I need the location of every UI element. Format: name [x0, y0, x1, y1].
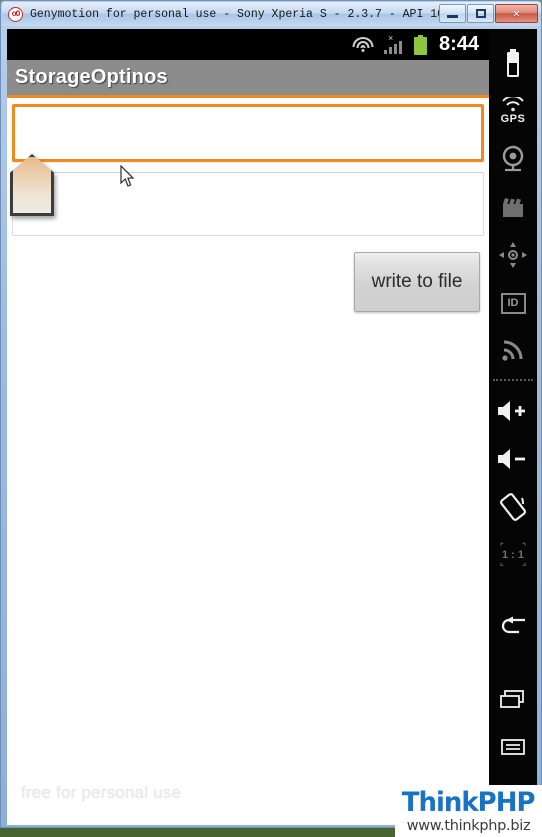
signal-bars-icon: × — [383, 34, 405, 54]
genymotion-window: oO Genymotion for personal use - Sony Xp… — [0, 0, 542, 828]
app-title-bar: StorageOptinos — [7, 60, 489, 98]
battery-icon — [413, 34, 427, 55]
maximize-icon — [475, 9, 486, 18]
close-button[interactable]: × — [495, 4, 538, 23]
id-icon[interactable]: ID — [489, 279, 537, 327]
menu-icon[interactable] — [489, 723, 537, 771]
genymotion-app-icon: oO — [8, 6, 23, 22]
toolbar-divider — [493, 379, 533, 381]
volume-up-icon[interactable] — [489, 387, 537, 435]
field-one-input[interactable] — [12, 104, 484, 162]
scale-icon[interactable]: ⌜ ⌝ ⌞ ⌟ 1 : 1 — [489, 531, 537, 579]
free-for-personal-use-watermark: free for personal use — [21, 783, 182, 802]
close-icon: × — [512, 6, 521, 21]
battery-icon[interactable] — [489, 41, 537, 87]
id-label: ID — [500, 292, 526, 314]
mouse-cursor — [120, 164, 136, 194]
gps-label: GPS — [500, 113, 526, 125]
thinkphp-name: ThinkPHP — [402, 786, 536, 818]
thinkphp-url: www.thinkphp.biz — [406, 817, 531, 834]
maximize-button[interactable] — [467, 4, 494, 23]
home-shape-overlay[interactable] — [10, 154, 54, 216]
button-row: write to file — [12, 252, 484, 312]
thinkphp-logo: ThinkPHP www.thinkphp.biz — [395, 785, 542, 837]
rotate-icon[interactable] — [489, 483, 537, 531]
app-title: StorageOptinos — [15, 66, 168, 88]
emulator-body: × 8:44 StorageOptinos write to file free… — [7, 29, 537, 825]
gps-icon[interactable]: GPS — [489, 87, 537, 135]
status-bar-clock: 8:44 — [438, 33, 479, 55]
window-titlebar[interactable]: oO Genymotion for personal use - Sony Xp… — [2, 2, 541, 26]
emulator-toolbar: GPS ID ⌜ ⌝ ⌞ ⌟ 1: 1 — [489, 29, 537, 825]
network-icon[interactable] — [489, 327, 537, 373]
volume-down-icon[interactable] — [489, 435, 537, 483]
home-shape-icon — [10, 154, 54, 216]
recents-icon[interactable] — [489, 675, 537, 723]
window-controls: × — [439, 4, 538, 23]
device-screen: × 8:44 StorageOptinos write to file free… — [7, 29, 489, 825]
field-two-input[interactable] — [12, 172, 484, 236]
window-title: Genymotion for personal use - Sony Xperi… — [30, 7, 486, 21]
camera-icon[interactable] — [489, 135, 537, 183]
desktop-background: oO Genymotion for personal use - Sony Xp… — [0, 0, 542, 837]
android-status-bar: × 8:44 — [7, 29, 489, 60]
video-icon[interactable] — [489, 183, 537, 231]
app-content: write to file — [7, 98, 489, 312]
write-to-file-button[interactable]: write to file — [354, 252, 480, 312]
scale-label: 1 : 1 — [501, 549, 524, 561]
back-icon[interactable] — [489, 579, 537, 675]
move-icon[interactable] — [489, 231, 537, 279]
minimize-button[interactable] — [439, 4, 466, 23]
minimize-icon — [447, 15, 458, 18]
wifi-icon — [352, 36, 374, 53]
